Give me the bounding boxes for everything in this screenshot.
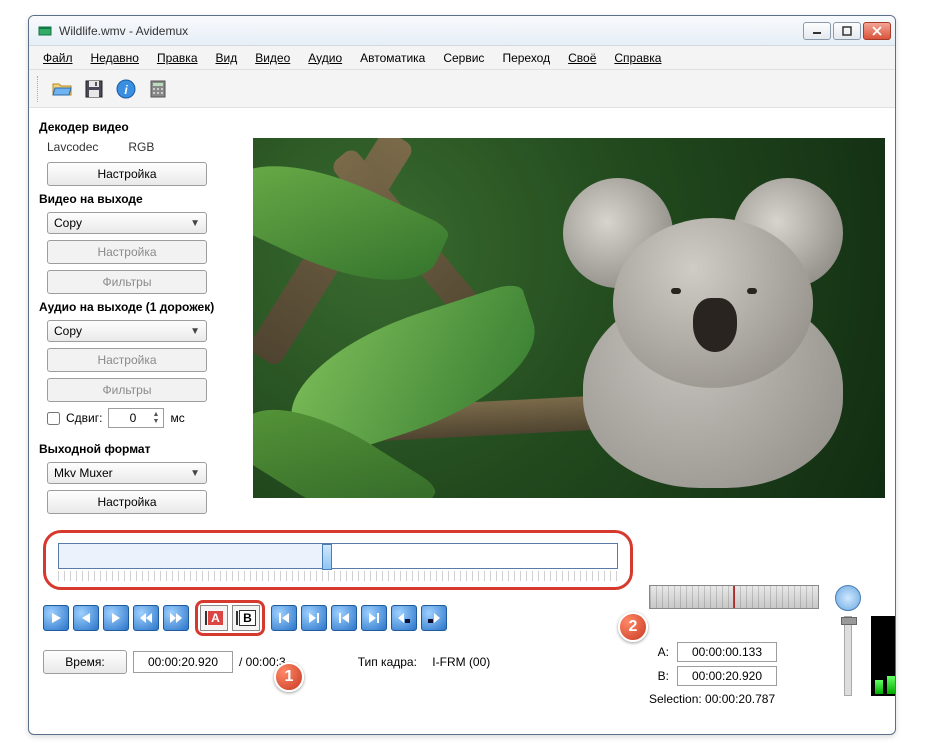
audio-out-combo[interactable]: Copy ▼ xyxy=(47,320,207,342)
calculator-icon[interactable] xyxy=(145,76,171,102)
decoder-info: Lavcodec RGB xyxy=(47,140,239,154)
play-button[interactable] xyxy=(43,605,69,631)
window-controls xyxy=(803,22,891,40)
side-panel: Декодер видео Lavcodec RGB Настройка Вид… xyxy=(39,116,239,520)
prev-frame-button[interactable] xyxy=(73,605,99,631)
toolbar-grip xyxy=(37,76,43,102)
next-keyframe-button[interactable] xyxy=(301,605,327,631)
decoder-codec: Lavcodec xyxy=(47,140,98,154)
decoder-mode: RGB xyxy=(128,140,154,154)
menubar: Файл Недавно Правка Вид Видео Аудио Авто… xyxy=(29,46,895,70)
menu-video[interactable]: Видео xyxy=(247,48,298,68)
decoder-title: Декодер видео xyxy=(39,120,239,134)
chevron-down-icon: ▼ xyxy=(190,218,200,229)
ab-marker-highlight: A B xyxy=(195,600,265,636)
marker-b-label: B: xyxy=(649,669,669,683)
audio-configure-button: Настройка xyxy=(47,348,207,372)
menu-automation[interactable]: Автоматика xyxy=(352,48,433,68)
menu-audio[interactable]: Аудио xyxy=(300,48,350,68)
app-window: Wildlife.wmv - Avidemux Файл Недавно Пра… xyxy=(28,15,896,735)
audio-out-value: Copy xyxy=(54,324,82,338)
volume-thumb[interactable] xyxy=(841,617,857,625)
output-fmt-value: Mkv Muxer xyxy=(54,466,113,480)
menu-custom[interactable]: Своё xyxy=(560,48,604,68)
video-preview xyxy=(253,138,885,498)
save-file-icon[interactable] xyxy=(81,76,107,102)
main-area: Декодер видео Lavcodec RGB Настройка Вид… xyxy=(29,108,895,520)
vu-meter xyxy=(871,616,896,696)
preview-scene xyxy=(253,138,885,498)
marker-a-label: A: xyxy=(649,645,669,659)
toolbar: i xyxy=(29,70,895,108)
app-icon xyxy=(37,23,53,39)
menu-go[interactable]: Переход xyxy=(494,48,558,68)
frame-type-value: I-FRM (00) xyxy=(432,655,490,669)
audio-shift-row: Сдвиг: 0▲▼ мс xyxy=(47,408,239,428)
timeline-selection xyxy=(59,544,327,568)
shift-label: Сдвиг: xyxy=(66,411,102,425)
open-file-icon[interactable] xyxy=(49,76,75,102)
marker-b-field[interactable]: 00:00:20.920 xyxy=(677,666,777,686)
annotation-badge-2: 2 xyxy=(618,612,648,642)
video-out-combo[interactable]: Copy ▼ xyxy=(47,212,207,234)
menu-recent[interactable]: Недавно xyxy=(83,48,147,68)
next-black-frame-button[interactable] xyxy=(421,605,447,631)
decoder-configure-button[interactable]: Настройка xyxy=(47,162,207,186)
chevron-down-icon: ▼ xyxy=(190,326,200,337)
go-end-button[interactable] xyxy=(361,605,387,631)
ab-info: A: 00:00:00.133 B: 00:00:20.920 Selection:… xyxy=(649,638,869,706)
video-out-title: Видео на выходе xyxy=(39,192,239,206)
shift-value: 0 xyxy=(113,411,152,425)
window-title: Wildlife.wmv - Avidemux xyxy=(59,24,803,38)
chevron-down-icon: ▼ xyxy=(190,468,200,479)
timeline-ruler xyxy=(58,571,618,581)
audio-out-title: Аудио на выходе (1 дорожек) xyxy=(39,300,239,314)
menu-file[interactable]: Файл xyxy=(35,48,81,68)
shift-unit: мс xyxy=(170,411,184,425)
volume-icon[interactable] xyxy=(835,585,861,611)
shift-checkbox[interactable] xyxy=(47,412,60,425)
video-filters-button: Фильтры xyxy=(47,270,207,294)
minimize-button[interactable] xyxy=(803,22,831,40)
next-frame-button[interactable] xyxy=(103,605,129,631)
output-configure-button[interactable]: Настройка xyxy=(47,490,207,514)
titlebar: Wildlife.wmv - Avidemux xyxy=(29,16,895,46)
menu-help[interactable]: Справка xyxy=(606,48,669,68)
marker-a-field[interactable]: 00:00:00.133 xyxy=(677,642,777,662)
go-start-button[interactable] xyxy=(331,605,357,631)
output-fmt-title: Выходной формат xyxy=(39,442,239,456)
prev-keyframe-button[interactable] xyxy=(271,605,297,631)
koala-icon xyxy=(503,178,863,498)
prev-black-frame-button[interactable] xyxy=(391,605,417,631)
maximize-button[interactable] xyxy=(833,22,861,40)
spinner-arrows-icon[interactable]: ▲▼ xyxy=(153,411,160,425)
jog-wheel[interactable] xyxy=(649,585,819,609)
annotation-badge-1: 1 xyxy=(274,662,304,692)
timeline-track[interactable] xyxy=(58,543,618,569)
menu-service[interactable]: Сервис xyxy=(435,48,492,68)
video-out-value: Copy xyxy=(54,216,82,230)
timeline-highlight xyxy=(43,530,633,590)
timeline-playhead[interactable] xyxy=(322,544,332,570)
audio-filters-button: Фильтры xyxy=(47,378,207,402)
selection-line: Selection: 00:00:20.787 xyxy=(649,692,869,706)
rewind-button[interactable] xyxy=(133,605,159,631)
close-button[interactable] xyxy=(863,22,891,40)
time-button[interactable]: Время: xyxy=(43,650,127,674)
set-marker-b-button[interactable]: B xyxy=(232,605,260,631)
output-fmt-combo[interactable]: Mkv Muxer ▼ xyxy=(47,462,207,484)
time-current-field[interactable]: 00:00:20.920 xyxy=(133,651,233,673)
video-configure-button: Настройка xyxy=(47,240,207,264)
menu-view[interactable]: Вид xyxy=(208,48,246,68)
frame-type-label: Тип кадра: xyxy=(358,655,417,669)
fast-forward-button[interactable] xyxy=(163,605,189,631)
set-marker-a-button[interactable]: A xyxy=(200,605,228,631)
shift-spinner[interactable]: 0▲▼ xyxy=(108,408,164,428)
menu-edit[interactable]: Правка xyxy=(149,48,206,68)
info-icon[interactable]: i xyxy=(113,76,139,102)
